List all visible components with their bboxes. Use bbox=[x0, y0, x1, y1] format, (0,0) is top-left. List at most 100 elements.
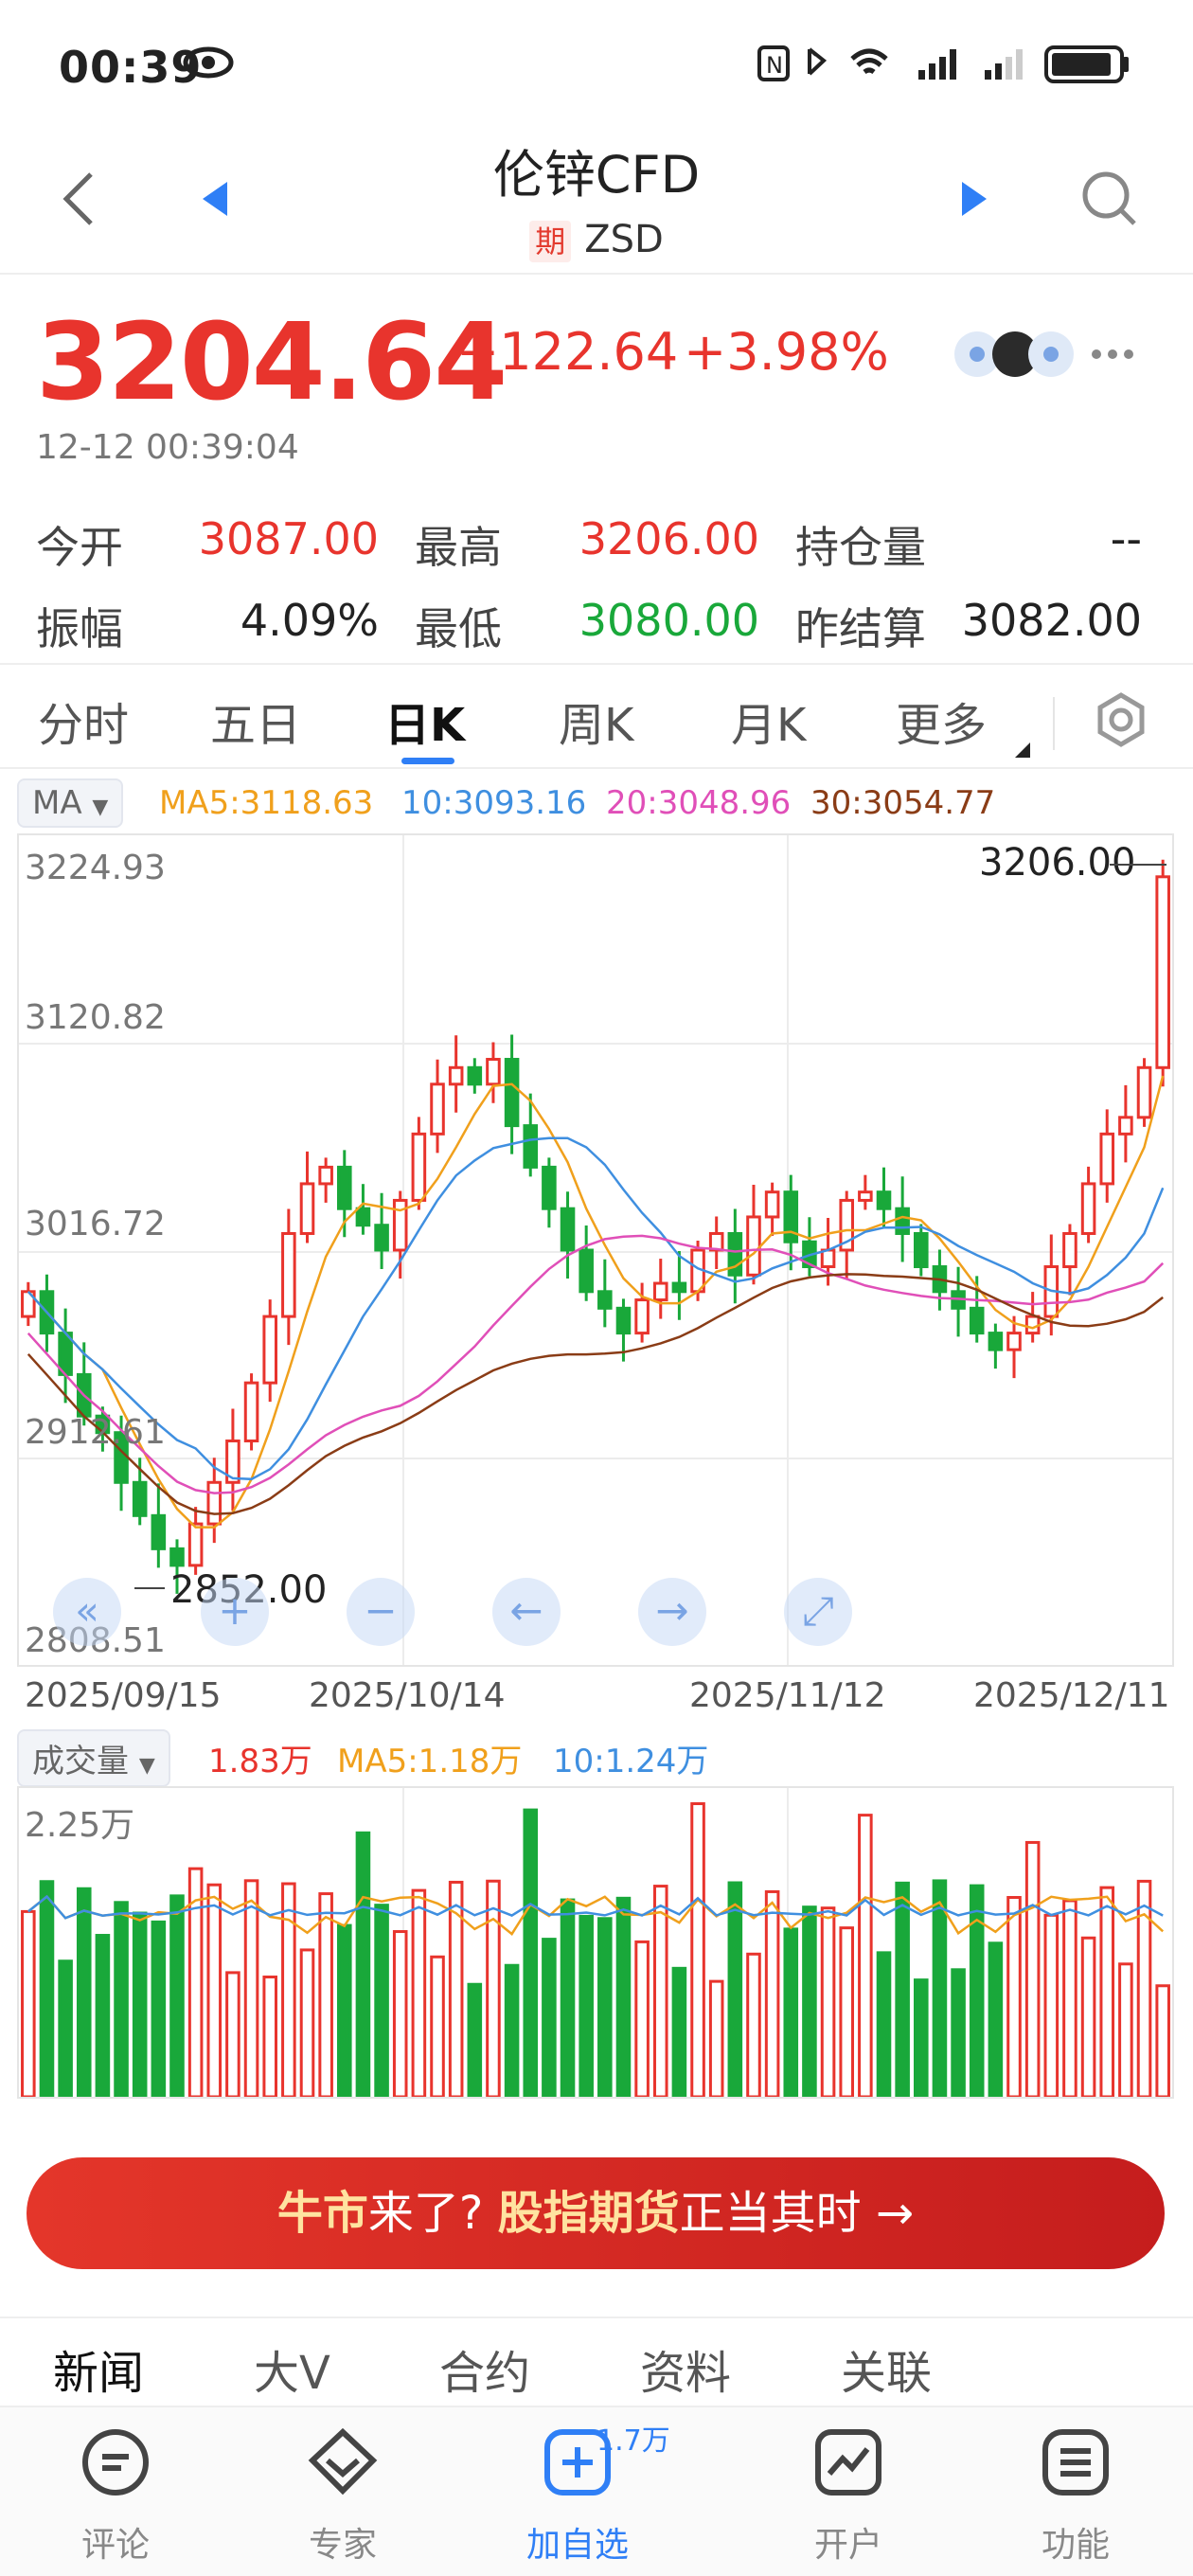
volume-bar bbox=[951, 1968, 966, 2099]
indicator-selector[interactable]: MA ▼ bbox=[17, 778, 124, 828]
volume-bar bbox=[374, 1904, 389, 2099]
tab-monthly-k[interactable]: 月K bbox=[731, 688, 806, 754]
volume-bar bbox=[151, 1920, 167, 2099]
zoom-out-button[interactable]: − bbox=[347, 1578, 415, 1646]
indicator-selector-label: MA bbox=[32, 784, 82, 822]
volume-bar bbox=[783, 1927, 799, 2099]
volume-bar bbox=[895, 1881, 910, 2099]
candle-body bbox=[579, 1248, 594, 1294]
volume-selector[interactable]: 成交量 ▼ bbox=[17, 1729, 170, 1787]
kline-svg bbox=[19, 835, 1172, 1665]
volume-bar bbox=[652, 1885, 668, 2099]
candle-body bbox=[1006, 1332, 1022, 1351]
banner-text-4: 正当其时 bbox=[679, 2187, 876, 2240]
y-tick: 2912.61 bbox=[25, 1413, 166, 1452]
arrow-right-icon: → bbox=[875, 2187, 915, 2240]
candle-body bbox=[281, 1231, 296, 1318]
scroll-left-button[interactable]: ← bbox=[492, 1578, 561, 1646]
nav-open-account[interactable]: 开户 bbox=[773, 2424, 924, 2567]
more-dropdown-icon bbox=[1015, 742, 1030, 758]
candle-body bbox=[652, 1281, 668, 1302]
code-text: ZSD bbox=[584, 218, 664, 261]
reset-button[interactable]: ⤢ bbox=[784, 1578, 852, 1646]
volume-bar bbox=[355, 1831, 371, 2099]
status-icons: N bbox=[757, 45, 1129, 83]
settings-icon[interactable] bbox=[1091, 689, 1151, 750]
candle-body bbox=[671, 1281, 687, 1294]
tab-intraday[interactable]: 分时 bbox=[38, 688, 129, 754]
volume-selector-label: 成交量 bbox=[32, 1743, 129, 1780]
candle-body bbox=[299, 1182, 315, 1235]
candle-body bbox=[1099, 1132, 1115, 1186]
ma10-value: 10:3093.16 bbox=[401, 784, 587, 822]
volume-bar bbox=[262, 1976, 277, 2099]
tab-five-day[interactable]: 五日 bbox=[210, 688, 301, 754]
candle-body bbox=[560, 1207, 576, 1252]
candle-body bbox=[1136, 1065, 1152, 1119]
volume-chart[interactable] bbox=[17, 1786, 1174, 2099]
promo-banner[interactable]: 牛市来了? 股指期货正当其时 → bbox=[27, 2157, 1165, 2269]
low-label: 最低 bbox=[415, 603, 502, 654]
tab-related[interactable]: 关联 bbox=[841, 2335, 932, 2402]
oi-value: -- bbox=[1110, 513, 1142, 564]
candle-body bbox=[187, 1522, 204, 1567]
tab-more[interactable]: 更多 bbox=[896, 688, 987, 754]
watchlist-count-badge: 1.7万 bbox=[596, 2424, 670, 2458]
zoom-in-button[interactable]: + bbox=[201, 1578, 269, 1646]
candle-body bbox=[243, 1381, 259, 1442]
avatar-group[interactable] bbox=[953, 328, 1076, 381]
page-title: 伦锌CFD bbox=[492, 145, 701, 205]
volume-ma10: 10:1.24万 bbox=[553, 1743, 709, 1780]
open-label: 今开 bbox=[36, 522, 123, 573]
more-icon[interactable] bbox=[1089, 345, 1136, 364]
candle-body bbox=[504, 1058, 520, 1128]
divider bbox=[0, 767, 1193, 769]
price-change: +122.64 bbox=[456, 322, 679, 382]
tab-weekly-k[interactable]: 周K bbox=[559, 688, 633, 754]
volume-bar bbox=[76, 1887, 92, 2099]
volume-bar bbox=[1118, 1962, 1133, 2099]
candle-body bbox=[542, 1165, 557, 1210]
x-tick: 2025/10/14 bbox=[309, 1676, 506, 1715]
candle-body bbox=[820, 1248, 836, 1269]
volume-bar bbox=[1099, 1886, 1115, 2099]
volume-bar bbox=[542, 1938, 557, 2099]
volume-bar bbox=[914, 1978, 929, 2099]
scroll-left-fast-button[interactable]: « bbox=[53, 1578, 121, 1646]
volume-bar bbox=[579, 1914, 594, 2099]
kline-chart[interactable] bbox=[17, 833, 1174, 1667]
candle-body bbox=[467, 1065, 483, 1086]
tab-profile[interactable]: 资料 bbox=[640, 2335, 731, 2402]
banner-text-2: 来了? bbox=[367, 2187, 498, 2240]
nav-functions[interactable]: 功能 bbox=[1000, 2424, 1151, 2567]
tab-influencers[interactable]: 大V bbox=[254, 2335, 330, 2402]
volume-bar bbox=[560, 1898, 576, 2099]
candle-body bbox=[764, 1190, 780, 1219]
volume-bar bbox=[337, 1923, 352, 2099]
tab-underline bbox=[401, 758, 454, 764]
next-contract-icon[interactable] bbox=[956, 180, 990, 218]
candle-body bbox=[1062, 1231, 1077, 1269]
search-icon[interactable] bbox=[1079, 169, 1140, 229]
volume-bar bbox=[58, 1959, 73, 2099]
candle-body bbox=[1118, 1116, 1133, 1136]
volume-bar bbox=[169, 1894, 185, 2099]
volume-bar bbox=[858, 1814, 873, 2099]
tab-contract[interactable]: 合约 bbox=[439, 2335, 530, 2402]
y-tick: 3016.72 bbox=[25, 1205, 166, 1243]
scroll-right-button[interactable]: → bbox=[638, 1578, 706, 1646]
nav-label: 评论 bbox=[80, 2526, 150, 2565]
volume-bar bbox=[225, 1971, 240, 2099]
volume-bar bbox=[597, 1917, 613, 2099]
candle-body bbox=[448, 1065, 464, 1086]
tab-daily-k[interactable]: 日K bbox=[384, 688, 465, 754]
candle-body bbox=[206, 1480, 223, 1526]
nav-comment[interactable]: 评论 bbox=[40, 2424, 191, 2567]
volume-bar bbox=[243, 1879, 259, 2099]
high-marker: 3206.00 bbox=[979, 841, 1136, 885]
volume-bar bbox=[114, 1901, 129, 2099]
tab-news[interactable]: 新闻 bbox=[53, 2335, 144, 2402]
candle-body bbox=[355, 1207, 371, 1227]
nav-expert[interactable]: 专家 bbox=[267, 2424, 418, 2567]
volume-bar bbox=[690, 1802, 705, 2099]
